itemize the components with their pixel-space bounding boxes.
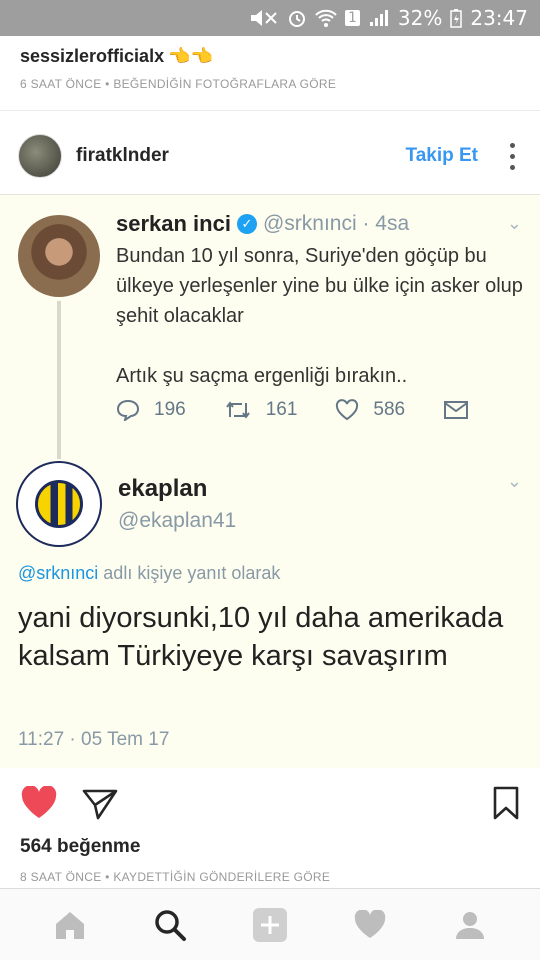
fenerbahce-logo-inner (35, 480, 83, 528)
tweet1-replies: 196 (116, 399, 186, 421)
tweet1-avatar (18, 215, 100, 297)
fenerbahce-logo (16, 461, 102, 547)
post-meta: 8 SAAT ÖNCE • KAYDETTİĞİN GÖNDERİLERE GÖ… (20, 870, 331, 884)
add-icon (253, 907, 287, 942)
previous-post-user[interactable]: sessizlerofficialx 👈👈 (20, 46, 520, 67)
profile-icon (456, 911, 484, 939)
post-action-bar (0, 782, 540, 826)
tweet2-name: ekaplan (118, 475, 208, 502)
nav-add[interactable] (240, 895, 300, 955)
reply-suffix: adlı kişiye yanıt olarak (98, 563, 281, 583)
verified-badge-icon: ✓ (236, 214, 257, 234)
tweet2-text: yani diyorsunki,10 yıl daha amerikada ka… (18, 602, 504, 672)
mute-icon (250, 10, 277, 26)
activity-heart-icon (354, 909, 386, 938)
post-username[interactable]: firatklnder (76, 145, 169, 167)
tweet1-actions: 196 161 586 (116, 399, 469, 421)
bookmark-icon[interactable] (492, 786, 520, 825)
tweet2-time: 11:27 · 05 Tem 17 (18, 729, 170, 750)
tweet1-text-line2: Artık şu saçma ergenliği bırakın.. (116, 365, 408, 387)
wifi-icon (315, 9, 337, 27)
tweet1-likes: 586 (335, 399, 405, 421)
reply-icon (116, 399, 140, 421)
tweet2-chevron-down-icon: ⌄ (506, 471, 522, 491)
home-icon (56, 911, 84, 939)
previous-post-emoji: 👈👈 (168, 46, 213, 66)
sim-label: 1 (344, 10, 360, 26)
envelope-icon (444, 401, 469, 419)
reply-mention: @srknınci (18, 563, 99, 583)
nav-activity[interactable] (340, 895, 400, 955)
tweet1-name: serkan inci (116, 211, 231, 236)
nav-profile[interactable] (440, 895, 500, 955)
heart-outline-icon (336, 399, 359, 421)
tweet1-handle: @srknınci · 4sa (262, 212, 410, 235)
more-options-icon[interactable] (508, 142, 516, 170)
retweet-icon (225, 401, 250, 419)
signal-icon (369, 10, 388, 26)
divider (0, 110, 540, 111)
battery-charging-icon (450, 9, 463, 28)
tweet2-handle: @ekaplan41 (118, 509, 237, 532)
avatar[interactable] (18, 134, 62, 178)
previous-post-meta: 6 SAAT ÖNCE • BEĞENDİĞİN FOTOĞRAFLARA GÖ… (20, 77, 337, 91)
tweet1-text: Bundan 10 yıl sonra, Suriye'den göçüp bu… (116, 241, 526, 421)
like-heart-icon[interactable] (20, 785, 58, 825)
previous-post-caption: sessizlerofficialx 👈👈 6 SAAT ÖNCE • BEĞE… (20, 46, 520, 91)
alarm-icon (288, 11, 305, 27)
tweet1-author: serkan inci ✓ @srknınci · 4sa (116, 211, 409, 237)
tweet1-text-line1: Bundan 10 yıl sonra, Suriye'den göçüp bu… (116, 245, 523, 327)
likes-count[interactable]: 564 beğenme (20, 836, 140, 858)
reply-to-line: @srknınci adlı kişiye yanıt olarak (18, 563, 280, 584)
clock: 23:47 (470, 6, 528, 30)
follow-button[interactable]: Takip Et (406, 145, 479, 167)
status-bar: 1 32% 23:47 (0, 0, 540, 36)
battery-percent: 32% (397, 6, 443, 30)
bottom-nav (0, 888, 540, 960)
thread-line (57, 301, 61, 459)
post-header: firatklnder Takip Et (0, 124, 540, 188)
tweet1-chevron-down-icon: ⌄ (506, 213, 522, 233)
share-plane-icon[interactable] (82, 788, 118, 825)
tweet1-retweet-count: 161 (265, 399, 298, 420)
search-icon (155, 909, 186, 941)
previous-post-username[interactable]: sessizlerofficialx (20, 46, 164, 67)
tweet1-retweets: 161 (224, 399, 298, 421)
tweet1-dm (443, 400, 469, 420)
tweet1-reply-count: 196 (154, 399, 186, 420)
post-image[interactable]: serkan inci ✓ @srknınci · 4sa ⌄ Bundan 1… (0, 194, 540, 768)
nav-home[interactable] (40, 895, 100, 955)
tweet1-like-count: 586 (373, 399, 406, 420)
nav-search[interactable] (140, 895, 200, 955)
